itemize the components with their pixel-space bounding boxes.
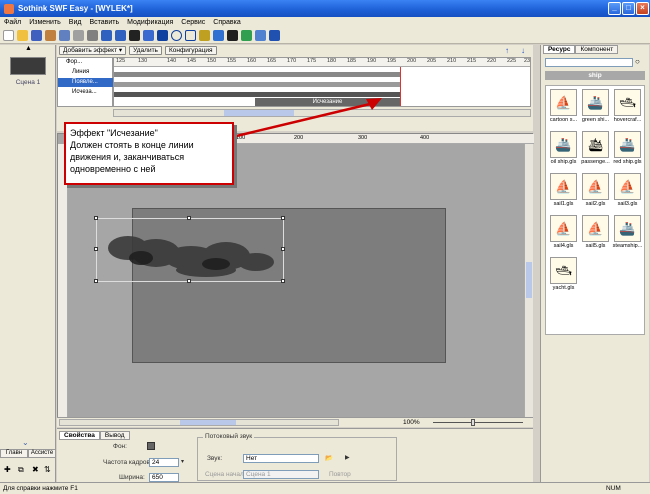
callout-line: одновременно с ней [70, 164, 156, 174]
callout-line: Должен стоять в конце линии [70, 140, 194, 150]
callout-note: Эффект "Исчезание" Должен стоять в конце… [64, 122, 234, 185]
callout-line: Эффект "Исчезание" [70, 128, 158, 138]
annotation-arrow [227, 98, 382, 140]
callout-line: движения и, заканчиваться [70, 152, 185, 162]
